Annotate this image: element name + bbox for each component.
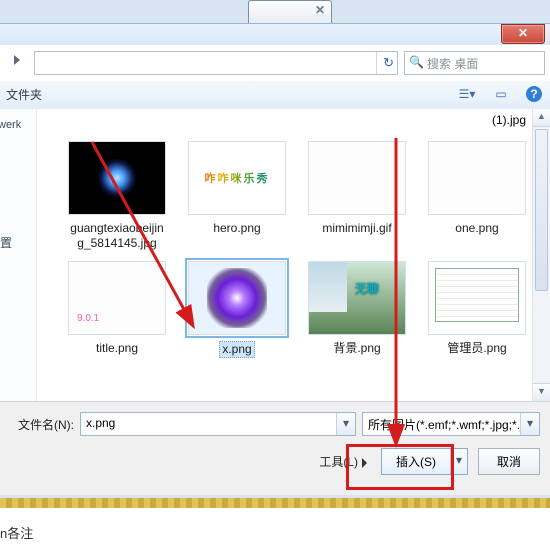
file-label: guangtexiaobeijing_5814145.jpg — [67, 221, 167, 251]
file-thumbnail — [308, 141, 406, 215]
file-thumbnail — [188, 141, 286, 215]
preview-pane-icon[interactable]: ▭ — [492, 86, 510, 102]
background-close-icon: ✕ — [315, 3, 325, 17]
nav-bar: ↻ 🔍 搜索 桌面 — [0, 45, 550, 82]
scroll-thumb[interactable] — [535, 129, 548, 291]
tools-label[interactable]: 工具(L) — [319, 453, 367, 470]
file-item[interactable]: 背景.png — [307, 261, 407, 358]
filename-label: 文件名(N): — [10, 416, 80, 433]
file-label: mimimimji.gif — [307, 221, 407, 236]
file-item[interactable]: mimimimji.gif — [307, 141, 407, 251]
sidebar-fragment-2: 置 — [0, 234, 12, 251]
vertical-scrollbar[interactable]: ▲ ▼ — [532, 109, 550, 401]
file-label: 背景.png — [307, 341, 407, 356]
file-item[interactable]: guangtexiaobeijing_5814145.jpg — [67, 141, 167, 251]
filter-text: 所有图片(*.emf;*.wmf;*.jpg;*.jpeg;*.png;*.gi… — [368, 416, 540, 433]
close-button[interactable]: ✕ — [501, 24, 545, 44]
file-thumbnail — [428, 141, 526, 215]
background-window-tab: ✕ — [248, 0, 332, 23]
file-label: title.png — [67, 341, 167, 356]
file-label: 管理员.png — [427, 341, 527, 356]
filename-input[interactable]: x.png ▾ — [80, 412, 356, 436]
file-thumbnail — [428, 261, 526, 335]
address-box[interactable]: ↻ — [34, 51, 398, 75]
footer: 文件名(N): x.png ▾ 所有图片(*.emf;*.wmf;*.jpg;*… — [0, 401, 550, 495]
file-item[interactable]: x.png — [187, 261, 287, 358]
address-divider — [376, 52, 377, 74]
file-item[interactable]: hero.png — [187, 141, 287, 251]
file-thumbnail — [68, 261, 166, 335]
insert-button[interactable]: 插入(S) ▾ — [381, 448, 468, 475]
refresh-icon[interactable]: ↻ — [383, 55, 394, 71]
file-thumbnail — [68, 141, 166, 215]
filter-dropdown-icon[interactable]: ▾ — [520, 413, 539, 435]
search-placeholder: 搜索 桌面 — [427, 55, 478, 72]
filename-dropdown-icon[interactable]: ▾ — [336, 413, 355, 435]
file-list[interactable]: (1).jpg guangtexiaobeijing_5814145.jpg he… — [37, 109, 550, 401]
file-item[interactable]: 管理员.png — [427, 261, 527, 358]
search-box[interactable]: 🔍 搜索 桌面 — [404, 51, 545, 75]
toolbar-left-label[interactable]: 文件夹 — [6, 86, 42, 103]
search-icon: 🔍 — [409, 55, 424, 69]
cancel-button[interactable]: 取消 — [478, 448, 540, 475]
filename-value: x.png — [86, 416, 115, 430]
help-icon[interactable]: ? — [526, 86, 542, 102]
insert-button-label[interactable]: 插入(S) — [382, 449, 450, 474]
file-label: one.png — [427, 221, 527, 236]
background-below: n各注 — [0, 508, 550, 550]
file-thumbnail — [308, 261, 406, 335]
scroll-down-icon[interactable]: ▼ — [533, 383, 550, 401]
view-options-icon[interactable]: ☰▾ — [458, 86, 476, 102]
scroll-up-icon[interactable]: ▲ — [533, 109, 550, 127]
file-item[interactable]: title.png — [67, 261, 167, 358]
insert-dropdown-icon[interactable]: ▾ — [450, 449, 467, 474]
tools-arrow-icon — [362, 458, 367, 468]
breadcrumb-arrow-icon[interactable] — [14, 55, 20, 65]
sidebar: werk 置 — [0, 109, 37, 401]
bottom-text-fragment: n各注 — [0, 523, 33, 542]
main-content: werk 置 (1).jpg guangtexiaobeijing_581414… — [0, 109, 550, 401]
file-item[interactable]: one.png — [427, 141, 527, 251]
dialog-titlebar — [0, 23, 550, 47]
filetype-filter[interactable]: 所有图片(*.emf;*.wmf;*.jpg;*.jpeg;*.png;*.gi… — [362, 412, 540, 436]
sidebar-fragment-1: werk — [0, 119, 21, 131]
file-label: x.png — [219, 341, 254, 358]
toolbar: 文件夹 ☰▾ ▭ ? — [0, 81, 550, 110]
file-label: hero.png — [187, 221, 287, 236]
decorative-band — [0, 498, 550, 508]
prev-row-label: (1).jpg — [492, 113, 526, 127]
file-thumbnail — [188, 261, 286, 335]
